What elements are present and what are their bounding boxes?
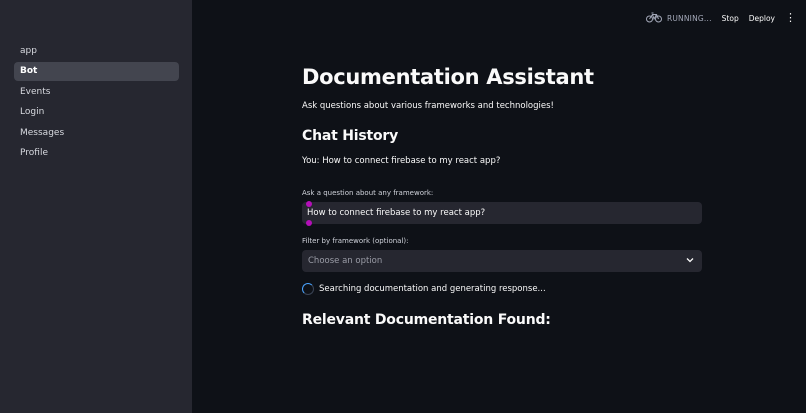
question-input[interactable]: How to connect firebase to my react app? bbox=[302, 201, 702, 226]
sidebar-item-events[interactable]: Events bbox=[14, 83, 179, 102]
loading-text: Searching documentation and generating r… bbox=[319, 284, 546, 294]
running-status: RUNNING... bbox=[645, 12, 712, 25]
loading-status: Searching documentation and generating r… bbox=[302, 283, 702, 295]
sidebar-item-login[interactable]: Login bbox=[14, 103, 179, 122]
question-label: Ask a question about any framework: bbox=[302, 189, 434, 197]
page-subtitle: Ask questions about various frameworks a… bbox=[302, 101, 554, 111]
question-input-value: How to connect firebase to my react app? bbox=[307, 208, 486, 218]
main-content: Documentation Assistant Ask questions ab… bbox=[302, 60, 702, 328]
sidebar-item-profile[interactable]: Profile bbox=[14, 144, 179, 163]
results-heading: Relevant Documentation Found: bbox=[302, 312, 551, 328]
sidebar-item-messages[interactable]: Messages bbox=[14, 124, 179, 143]
chevron-down-icon bbox=[686, 250, 694, 272]
input-handle-icon bbox=[306, 201, 312, 207]
vertical-ellipsis-icon[interactable]: ⋮ bbox=[785, 12, 796, 23]
chat-message: You: How to connect firebase to my react… bbox=[302, 156, 501, 166]
top-toolbar: RUNNING... Stop Deploy ⋮ bbox=[645, 10, 796, 26]
spinner-icon bbox=[302, 283, 314, 295]
sidebar-item-bot[interactable]: Bot bbox=[14, 62, 179, 82]
deploy-button[interactable]: Deploy bbox=[749, 14, 775, 23]
running-status-text: RUNNING... bbox=[666, 13, 712, 23]
framework-select[interactable]: Choose an option bbox=[302, 250, 702, 272]
sidebar-nav: app Bot Events Login Messages Profile bbox=[14, 42, 179, 164]
page-title: Documentation Assistant bbox=[302, 65, 594, 89]
framework-select-placeholder: Choose an option bbox=[308, 256, 383, 266]
chat-history-heading: Chat History bbox=[302, 128, 399, 144]
stop-button[interactable]: Stop bbox=[722, 14, 739, 23]
bicycle-icon bbox=[645, 12, 662, 25]
sidebar: app Bot Events Login Messages Profile bbox=[0, 0, 192, 413]
sidebar-item-app[interactable]: app bbox=[14, 42, 179, 61]
input-handle-icon bbox=[306, 220, 312, 226]
filter-label: Filter by framework (optional): bbox=[302, 237, 409, 245]
